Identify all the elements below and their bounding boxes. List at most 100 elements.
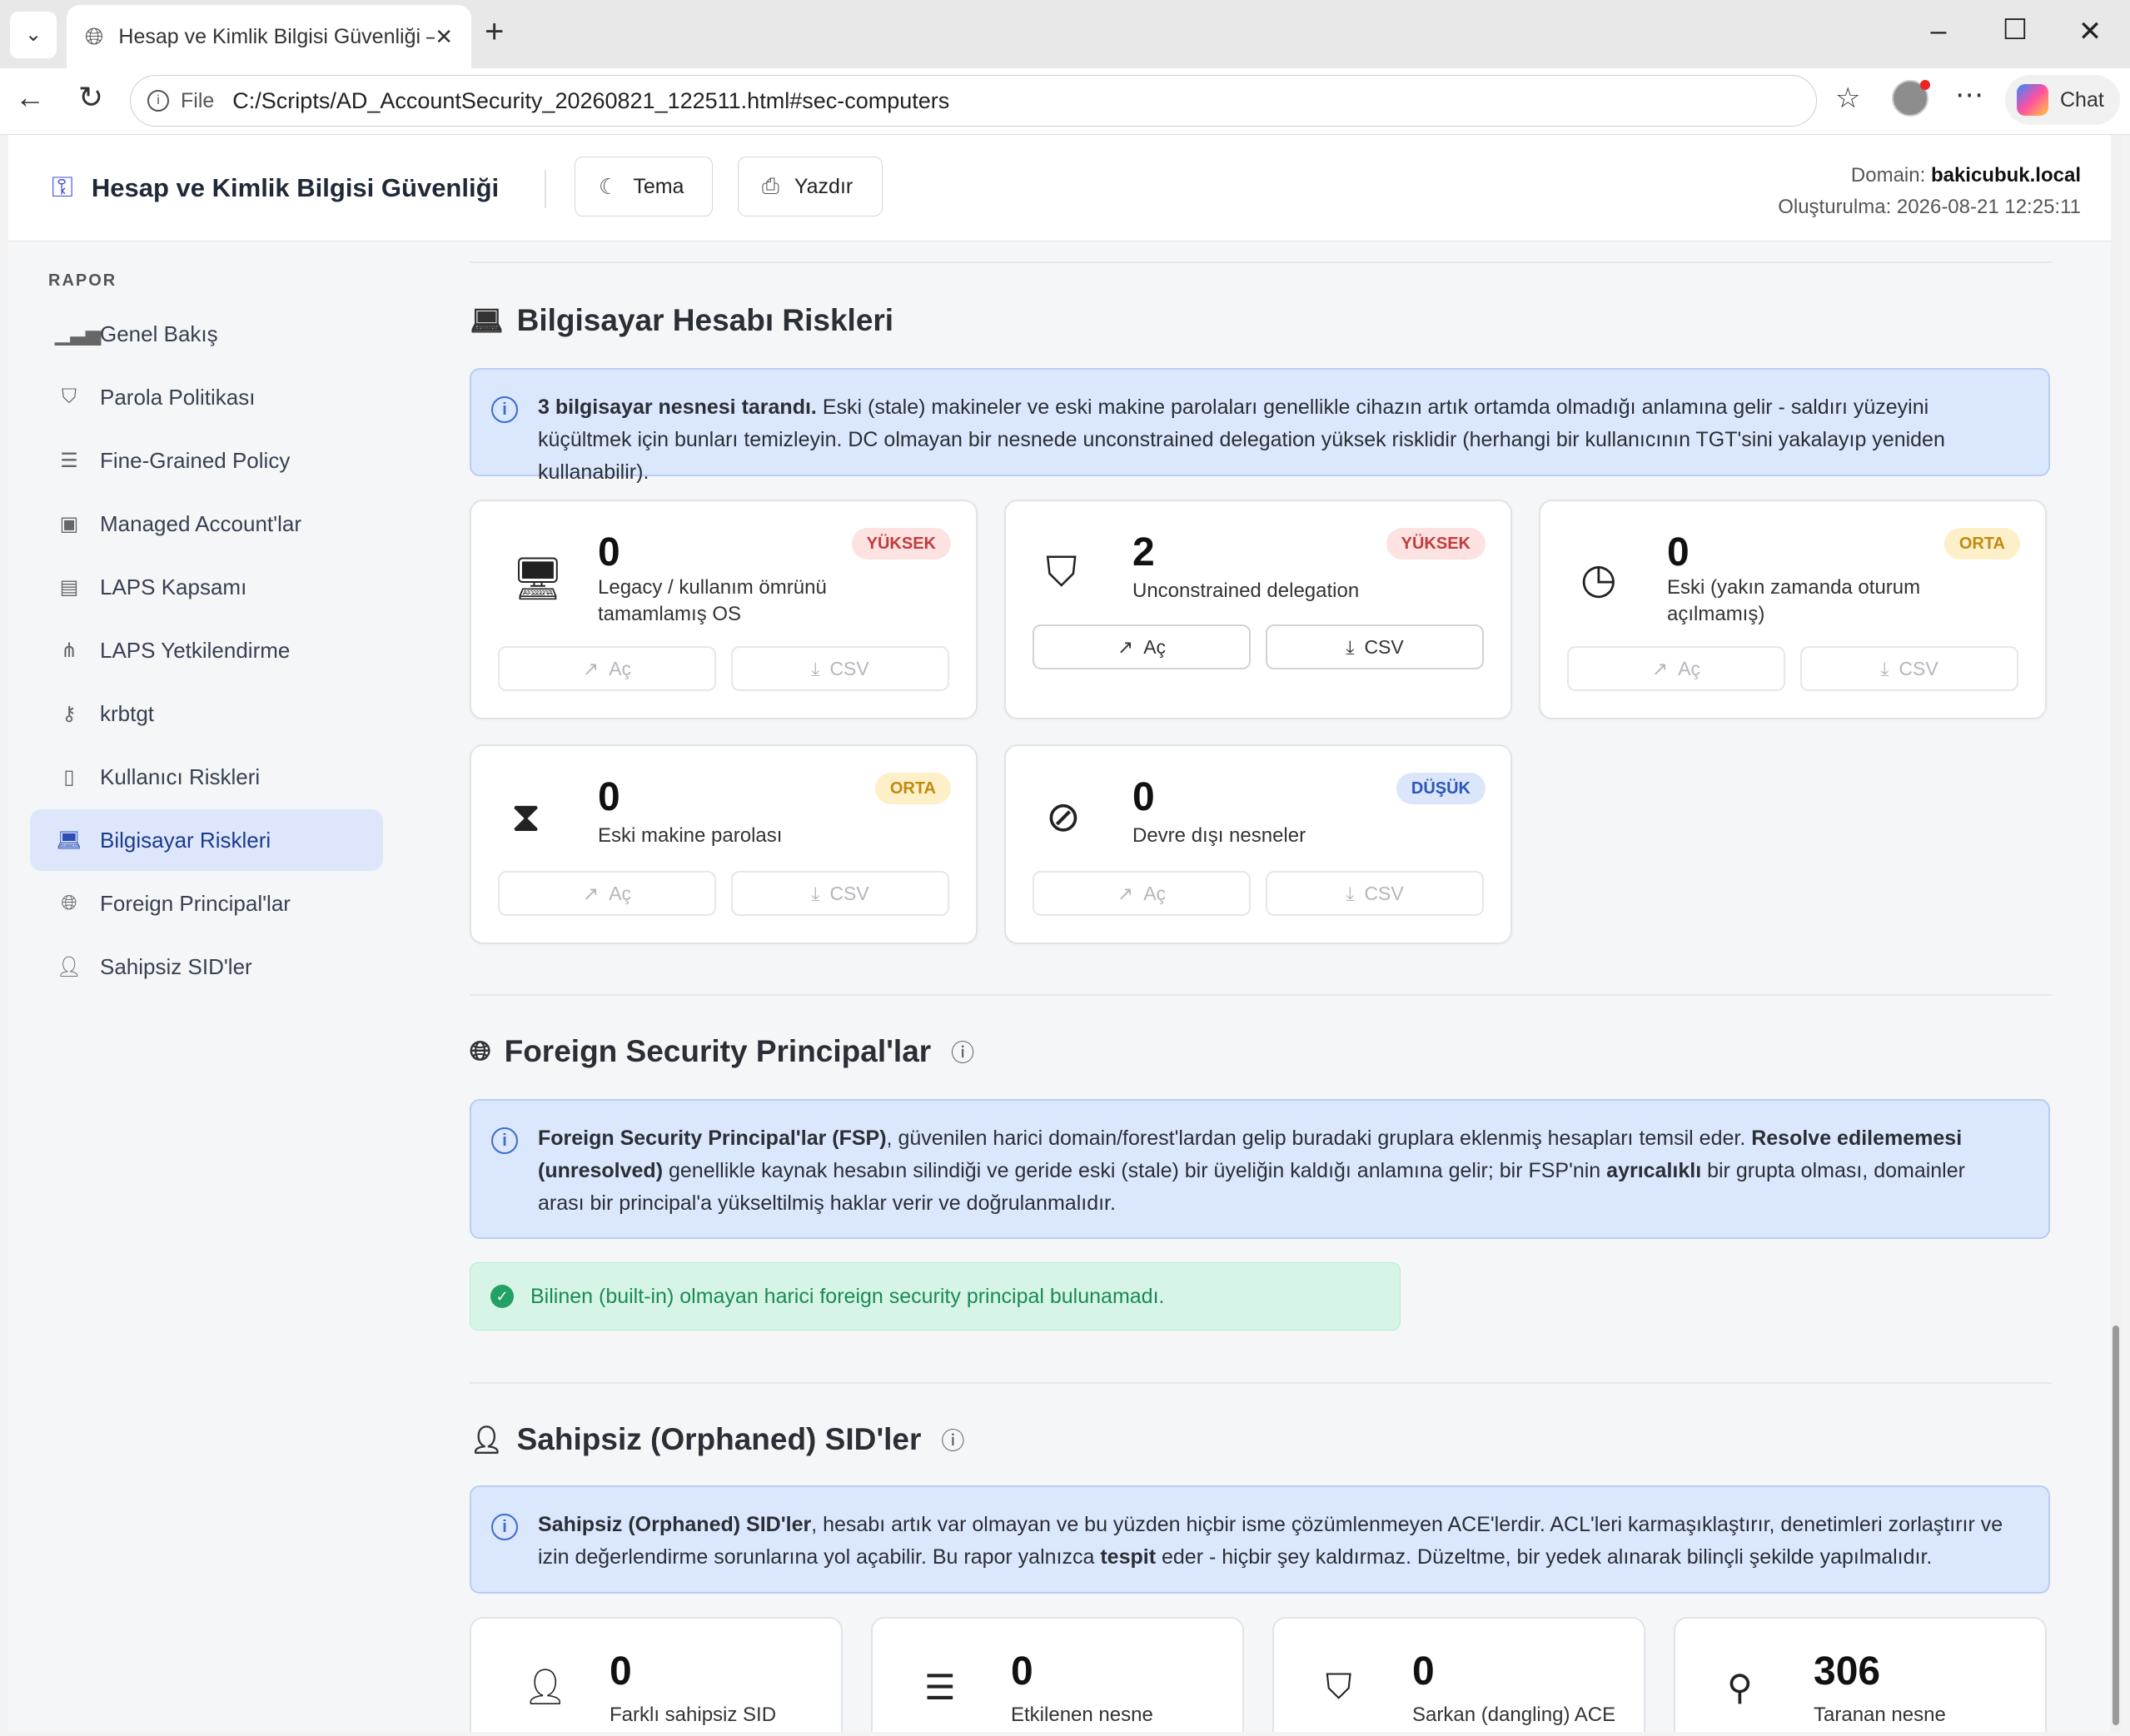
user-slash-icon: 👤︎ bbox=[56, 955, 82, 978]
theme-button[interactable]: ☾ Tema bbox=[575, 157, 713, 216]
active-tab[interactable]: 🌐︎ Hesap ve Kimlik Bilgisi Güvenliği – ✕ bbox=[67, 5, 471, 68]
stat-label: Sarkan (dangling) ACE bbox=[1412, 1704, 1616, 1726]
laptop-icon: 💻︎ bbox=[56, 828, 82, 852]
close-tab-icon[interactable]: ✕ bbox=[435, 24, 453, 50]
info-bold: Sahipsiz (Orphaned) SID'ler bbox=[538, 1513, 812, 1536]
card-label: Legacy / kullanım ömrünü tamamlamış OS bbox=[598, 576, 827, 625]
user-dot-icon: 👤︎ bbox=[523, 1667, 568, 1706]
globe-icon: 🌐︎ bbox=[470, 1036, 491, 1066]
section-title-computers: 💻︎ Bilgisayar Hesabı Riskleri bbox=[470, 303, 893, 338]
tab-title: Hesap ve Kimlik Bilgisi Güvenliği – bbox=[118, 24, 435, 48]
foreign-success-message: ✓ Bilinen (built-in) olmayan harici fore… bbox=[470, 1262, 1401, 1331]
csv-label: CSV bbox=[829, 657, 869, 679]
minimize-button[interactable]: – bbox=[1914, 15, 1963, 47]
print-button[interactable]: ⎙ Yazdır bbox=[738, 157, 883, 216]
print-label: Yazdır bbox=[794, 174, 853, 198]
robot-icon: ▣ bbox=[59, 512, 79, 535]
download-icon: ⤓ bbox=[1346, 635, 1355, 658]
favorites-button[interactable]: ☆ bbox=[1835, 82, 1860, 115]
sidebar-item-label: LAPS Yetkilendirme bbox=[100, 637, 291, 663]
open-button[interactable]: ↗ Aç bbox=[1567, 646, 1785, 691]
open-button[interactable]: ↗ Aç bbox=[498, 871, 716, 916]
sidebar-item-foreign-principals[interactable]: 🌐︎ Foreign Principal'lar bbox=[30, 873, 383, 934]
open-label: Aç bbox=[1143, 882, 1167, 904]
sidebar-item-label: Fine-Grained Policy bbox=[100, 447, 291, 473]
domain-value: bakicubuk.local bbox=[1930, 164, 2081, 187]
sidebar-item-label: Managed Account'lar bbox=[100, 510, 302, 536]
orphaned-info-box: i Sahipsiz (Orphaned) SID'ler, hesabı ar… bbox=[470, 1485, 2050, 1594]
close-window-button[interactable]: ✕ bbox=[2065, 15, 2115, 48]
sidebar-item-laps-yetkilendirme[interactable]: ⋔ LAPS Yetkilendirme bbox=[30, 619, 383, 681]
section-title-text: Sahipsiz (Orphaned) SID'ler bbox=[516, 1422, 922, 1456]
download-icon: ⤓ bbox=[811, 657, 820, 679]
info-icon: i bbox=[491, 1127, 518, 1154]
url-text[interactable]: C:/Scripts/AD_AccountSecurity_20260821_1… bbox=[232, 88, 1799, 114]
csv-label: CSV bbox=[829, 882, 869, 904]
chat-label: Chat bbox=[2060, 87, 2104, 112]
globe-icon: 🌐︎ bbox=[85, 22, 104, 49]
info-icon[interactable]: i bbox=[147, 90, 169, 112]
sidebar-item-fine-grained[interactable]: ☰ Fine-Grained Policy bbox=[30, 430, 383, 491]
tab-list-button[interactable]: ⌄ bbox=[10, 12, 57, 58]
reload-button[interactable]: ↻ bbox=[78, 80, 103, 115]
csv-button[interactable]: ⤓ CSV bbox=[731, 646, 949, 691]
sidebar-heading: RAPOR bbox=[48, 271, 117, 290]
info-circle-icon[interactable]: ⓘ bbox=[951, 1035, 974, 1068]
sidebar-item-kullanici-riskleri[interactable]: ▯ Kullanıcı Riskleri bbox=[30, 746, 383, 808]
copilot-chat-button[interactable]: Chat bbox=[2005, 75, 2120, 125]
info-circle-icon[interactable]: ⓘ bbox=[941, 1423, 964, 1456]
external-link-icon: ↗ bbox=[1117, 882, 1134, 904]
section-divider bbox=[470, 994, 2052, 996]
more-menu-icon[interactable]: ⋯ bbox=[1955, 78, 1983, 112]
created-value: 2026-08-21 12:25:11 bbox=[1896, 196, 2081, 218]
stat-card-dangling-ace: ⛉ 0 Sarkan (dangling) ACE bbox=[1272, 1617, 1645, 1732]
new-tab-button[interactable]: + bbox=[485, 13, 504, 51]
info-text: genellikle kaynak hesabın silindiği ve g… bbox=[663, 1159, 1607, 1182]
sidebar-item-krbtgt[interactable]: ⚷ krbtgt bbox=[30, 683, 383, 744]
copilot-icon bbox=[2017, 84, 2048, 116]
report-meta: Domain: bakicubuk.local Oluşturulma: 202… bbox=[1778, 160, 2081, 223]
open-button[interactable]: ↗ Aç bbox=[1033, 624, 1251, 669]
sidebar-item-laps-kapsami[interactable]: ▤ LAPS Kapsamı bbox=[30, 556, 383, 618]
clock-icon: ◷ bbox=[1580, 555, 1617, 602]
address-bar[interactable]: i File C:/Scripts/AD_AccountSecurity_202… bbox=[130, 75, 1817, 127]
sidebar-item-managed-accounts[interactable]: ▣ Managed Account'lar bbox=[30, 493, 383, 555]
scrollbar-thumb[interactable] bbox=[2113, 1326, 2119, 1725]
tab-strip: ⌄ 🌐︎ Hesap ve Kimlik Bilgisi Güvenliği –… bbox=[0, 0, 2130, 68]
open-button[interactable]: ↗ Aç bbox=[498, 646, 716, 691]
success-text: Bilinen (built-in) olmayan harici foreig… bbox=[530, 1284, 1165, 1308]
info-bold: ayrıcalıklı bbox=[1606, 1159, 1702, 1182]
info-icon: i bbox=[491, 396, 518, 423]
theme-label: Tema bbox=[633, 174, 684, 198]
section-title-text: Bilgisayar Hesabı Riskleri bbox=[516, 303, 894, 337]
csv-button[interactable]: ⤓ CSV bbox=[1266, 871, 1484, 916]
sidebar-item-label: Kullanıcı Riskleri bbox=[100, 764, 261, 789]
sidebar-item-parola-politikasi[interactable]: ⛉ Parola Politikası bbox=[30, 366, 383, 428]
sidebar-item-bilgisayar-riskleri[interactable]: 💻︎ Bilgisayar Riskleri bbox=[30, 809, 383, 871]
sidebar-item-label: krbtgt bbox=[100, 700, 155, 726]
card-value: 0 bbox=[598, 530, 620, 575]
csv-button[interactable]: ⤓ CSV bbox=[1800, 646, 2018, 691]
sidebar-item-genel-bakis[interactable]: ▁▃▅ Genel Bakış bbox=[30, 303, 383, 365]
sidebar-item-label: Foreign Principal'lar bbox=[100, 890, 291, 916]
card-label: Devre dışı nesneler bbox=[1132, 824, 1306, 847]
user-badge-icon: ▯ bbox=[63, 765, 75, 788]
risk-card-legacy-os: 🖥︎ 0 Legacy / kullanım ömrünü tamamlamış… bbox=[470, 500, 978, 719]
severity-badge: ORTA bbox=[874, 773, 951, 804]
sidebar-item-label: LAPS Kapsamı bbox=[100, 574, 247, 599]
hourglass-icon: ⧗ bbox=[511, 793, 541, 840]
open-label: Aç bbox=[1678, 657, 1701, 679]
csv-label: CSV bbox=[1899, 657, 1938, 679]
sidebar-item-sahipsiz-sid[interactable]: 👤︎ Sahipsiz SID'ler bbox=[30, 936, 383, 997]
back-button[interactable]: ← bbox=[15, 80, 45, 115]
external-link-icon: ↗ bbox=[1651, 657, 1669, 679]
csv-button[interactable]: ⤓ CSV bbox=[731, 871, 949, 916]
maximize-button[interactable]: ☐ bbox=[1990, 13, 2040, 47]
shield-off-icon: ⛉ bbox=[1326, 1667, 1352, 1706]
info-bold: Foreign Security Principal'lar (FSP) bbox=[538, 1127, 887, 1150]
scrollbar[interactable] bbox=[2111, 135, 2121, 1732]
csv-button[interactable]: ⤓ CSV bbox=[1266, 624, 1484, 669]
card-value: 0 bbox=[1667, 530, 1690, 575]
open-button[interactable]: ↗ Aç bbox=[1033, 871, 1251, 916]
section-title-text: Foreign Security Principal'lar bbox=[504, 1034, 932, 1068]
